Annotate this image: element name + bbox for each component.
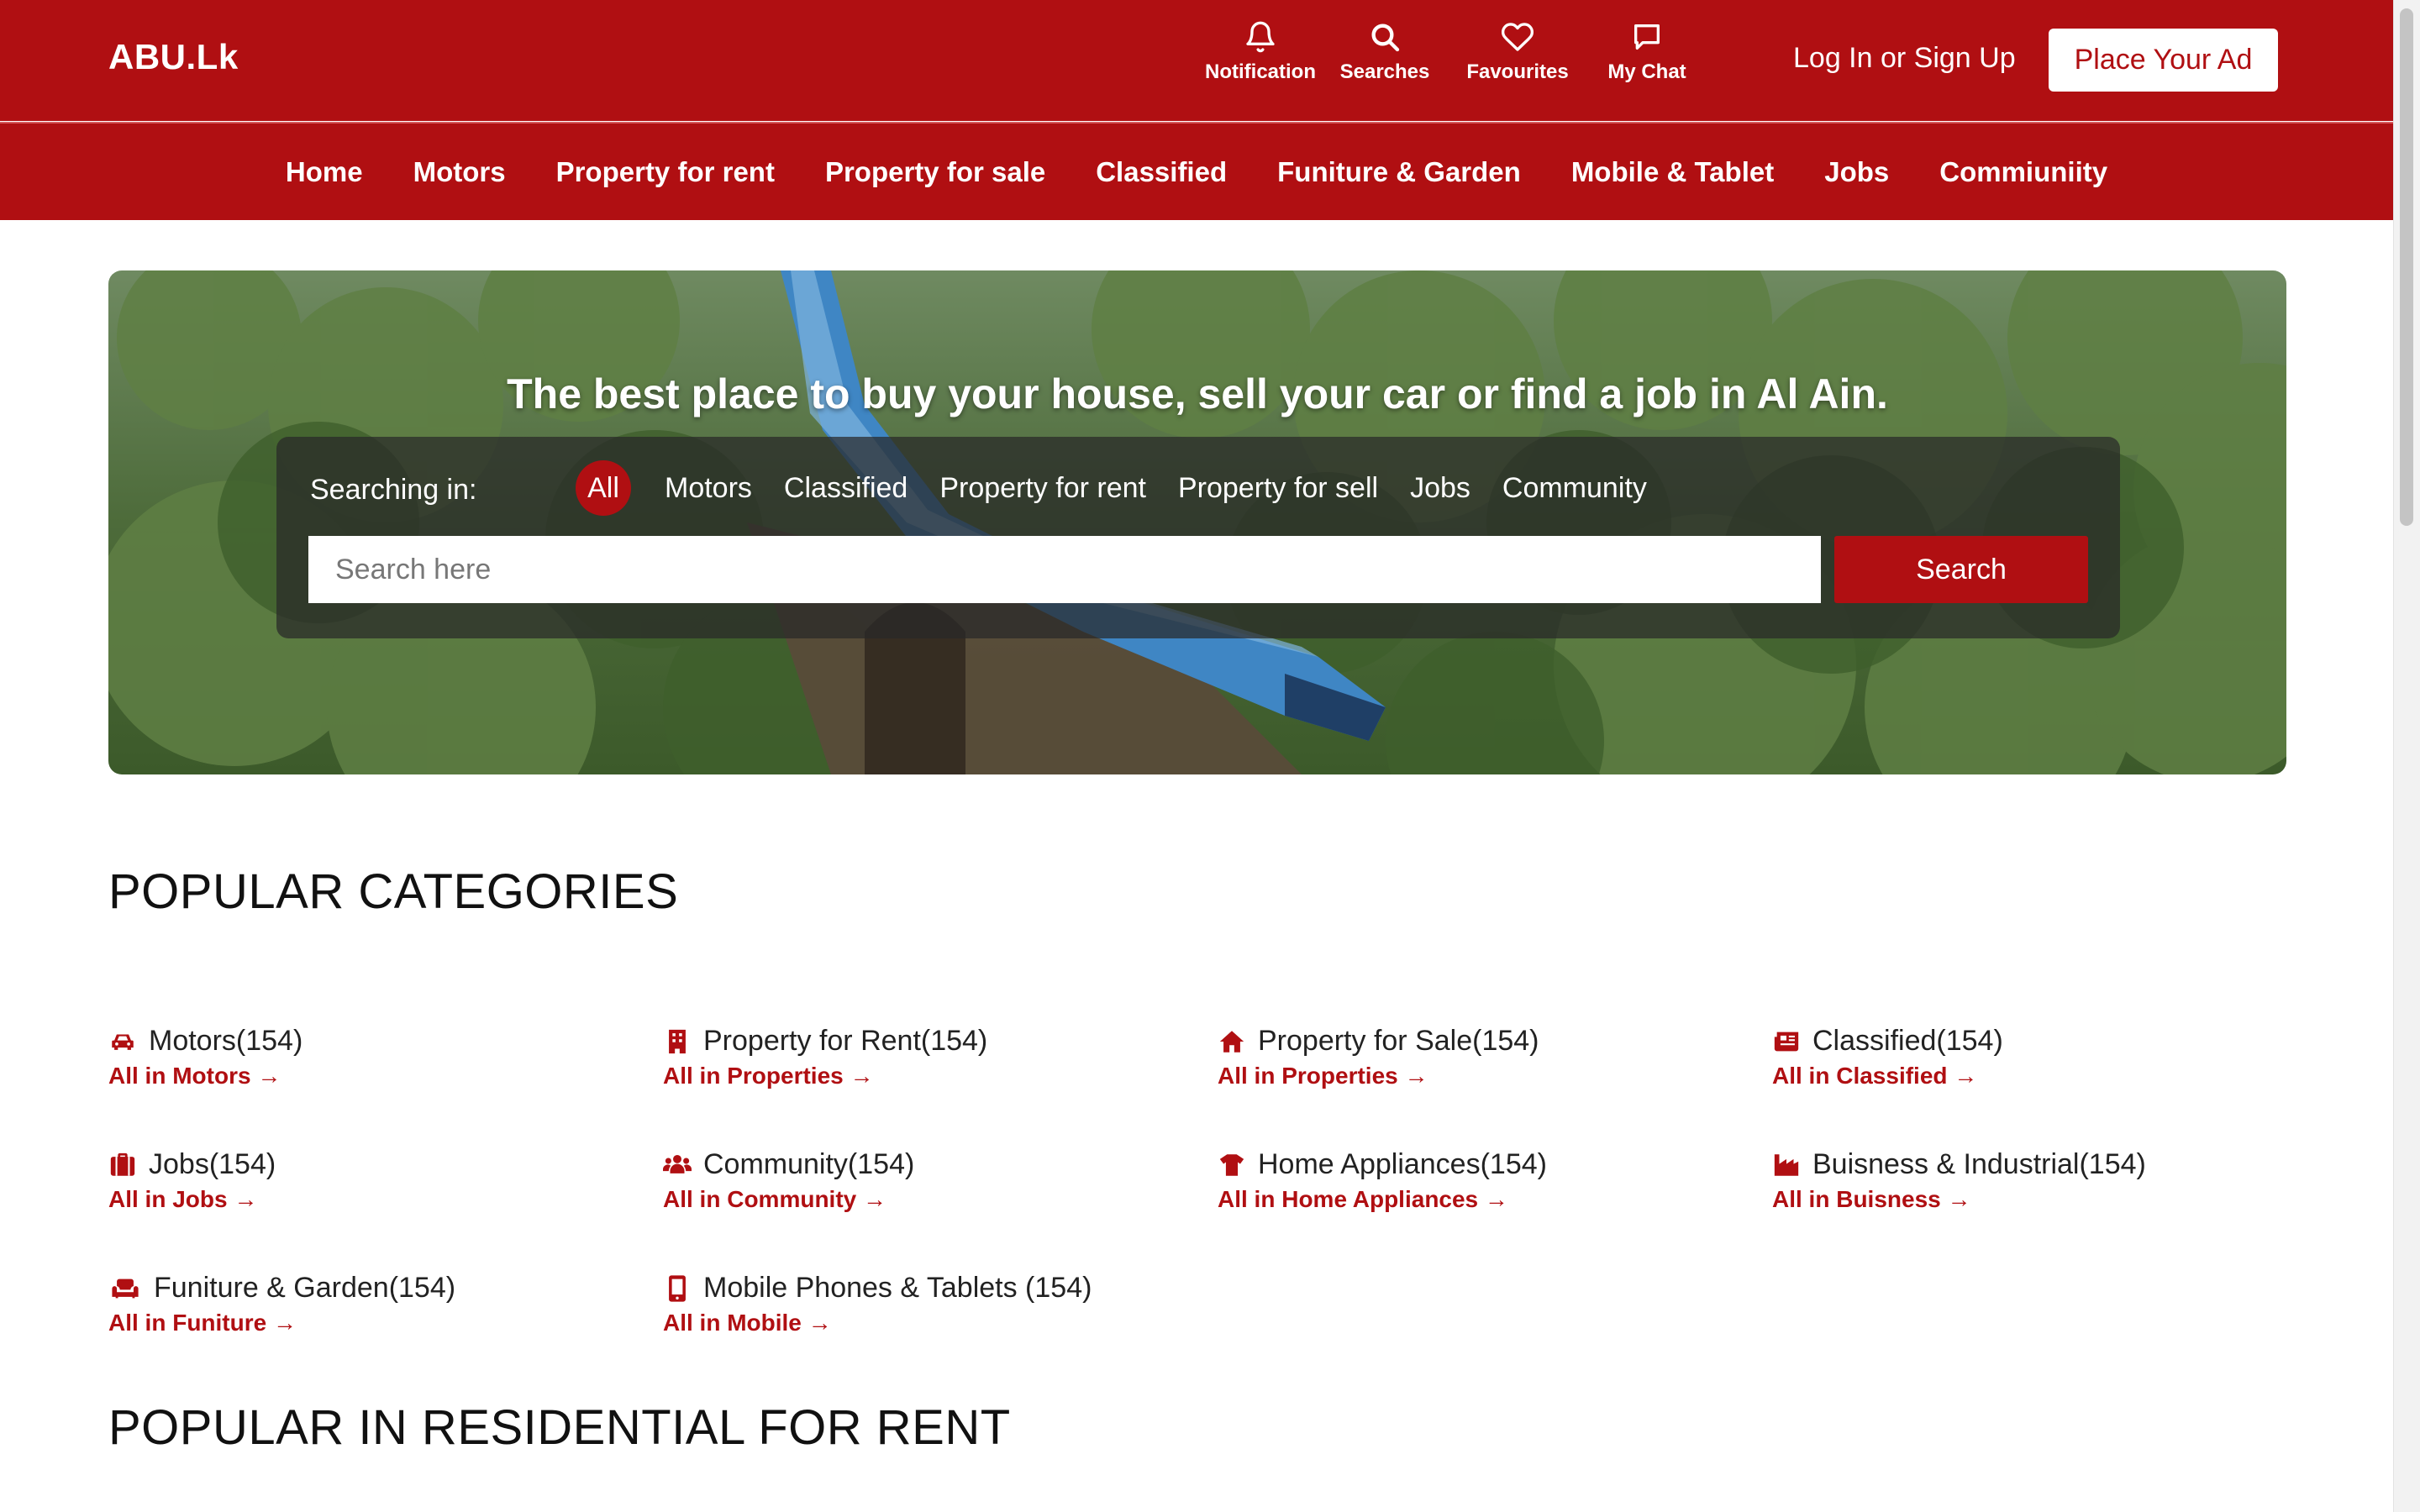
notification-label: Notification (1205, 60, 1316, 83)
mobile-icon (669, 1274, 686, 1302)
nav-item-home[interactable]: Home (260, 156, 388, 188)
category-link[interactable]: All in Properties → (1218, 1063, 1539, 1089)
search-input[interactable] (308, 536, 1821, 603)
category-name[interactable]: Buisness & Industrial(154) (1812, 1148, 2146, 1181)
notification-button[interactable]: Notification (1202, 20, 1319, 84)
search-button[interactable]: Search (1834, 536, 2088, 603)
filter-property-for-rent[interactable]: Property for rent (939, 460, 1146, 516)
category-name[interactable]: Community(154) (703, 1148, 914, 1181)
category-motors: Motors(154) All in Motors → (108, 1025, 302, 1089)
category-link[interactable]: All in Classified → (1772, 1063, 2003, 1089)
category-jobs: Jobs(154) All in Jobs → (108, 1148, 276, 1213)
category-classified: Classified(154) All in Classified → (1772, 1025, 2003, 1089)
category-link[interactable]: All in Home Appliances → (1218, 1186, 1547, 1213)
arrow-right-icon: → (257, 1063, 281, 1089)
header-icon-group: Notification Searches Favourites My Chat (1202, 20, 1697, 84)
category-link[interactable]: All in Mobile → (663, 1310, 1092, 1336)
nav-item-property-for-rent[interactable]: Property for rent (531, 156, 800, 188)
category-link[interactable]: All in Jobs → (108, 1186, 276, 1213)
industry-icon (1774, 1153, 1799, 1176)
popular-residential-title: POPULAR IN RESIDENTIAL FOR RENT (108, 1400, 1011, 1455)
arrow-right-icon: → (850, 1063, 874, 1089)
nav-item-motors[interactable]: Motors (388, 156, 531, 188)
category-name[interactable]: Classified(154) (1812, 1025, 2003, 1058)
searches-label: Searches (1339, 60, 1430, 83)
filter-jobs[interactable]: Jobs (1410, 460, 1470, 516)
arrow-right-icon: → (808, 1310, 832, 1336)
nav-item-community[interactable]: Commiuniity (1914, 156, 2133, 188)
newspaper-icon (1774, 1032, 1799, 1051)
category-name[interactable]: Jobs(154) (149, 1148, 276, 1181)
top-header: ABU.Lk Notification Searches Favourites … (0, 0, 2393, 121)
building-icon (669, 1029, 686, 1053)
nav-item-property-for-sale[interactable]: Property for sale (800, 156, 1071, 188)
site-logo[interactable]: ABU.Lk (108, 37, 239, 77)
couch-icon (112, 1278, 139, 1298)
my-chat-button[interactable]: My Chat (1597, 20, 1697, 84)
category-name[interactable]: Funiture & Garden(154) (154, 1272, 455, 1305)
home-icon (1219, 1030, 1244, 1053)
favourites-button[interactable]: Favourites (1459, 20, 1576, 84)
filter-community[interactable]: Community (1502, 460, 1647, 516)
hero-title: The best place to buy your house, sell y… (507, 370, 1888, 417)
category-property-for-sale: Property for Sale(154) All in Properties… (1218, 1025, 1539, 1089)
arrow-right-icon: → (1947, 1186, 1971, 1212)
arrow-right-icon: → (1484, 1186, 1508, 1212)
popular-categories-title: POPULAR CATEGORIES (108, 864, 679, 919)
heart-icon (1501, 23, 1534, 51)
shirt-icon (1219, 1153, 1244, 1176)
main-nav: Home Motors Property for rent Property f… (0, 122, 2393, 220)
category-name[interactable]: Home Appliances(154) (1258, 1148, 1547, 1181)
search-panel: Searching in: All Motors Classified Prop… (276, 437, 2120, 638)
category-community: Community(154) All in Community → (663, 1148, 914, 1213)
arrow-right-icon: → (234, 1186, 258, 1212)
filter-motors[interactable]: Motors (665, 460, 752, 516)
nav-item-classified[interactable]: Classified (1071, 156, 1252, 188)
filter-all[interactable]: All (576, 460, 631, 516)
search-icon (1371, 24, 1400, 52)
category-mobile-tablets: Mobile Phones & Tablets (154) All in Mob… (663, 1272, 1092, 1336)
category-name[interactable]: Mobile Phones & Tablets (154) (703, 1272, 1092, 1305)
login-signup-link[interactable]: Log In or Sign Up (1793, 42, 2016, 75)
briefcase-icon (110, 1152, 135, 1176)
category-name[interactable]: Property for Rent(154) (703, 1025, 987, 1058)
nav-item-mobile-tablet[interactable]: Mobile & Tablet (1546, 156, 1799, 188)
arrow-right-icon: → (1404, 1063, 1428, 1089)
category-link[interactable]: All in Community → (663, 1186, 914, 1213)
category-furniture-garden: Funiture & Garden(154) All in Funiture → (108, 1272, 455, 1336)
category-name[interactable]: Motors(154) (149, 1025, 302, 1058)
category-link[interactable]: All in Funiture → (108, 1310, 455, 1336)
category-property-for-rent: Property for Rent(154) All in Properties… (663, 1025, 987, 1089)
bell-icon (1246, 21, 1275, 53)
favourites-label: Favourites (1466, 60, 1569, 83)
arrow-right-icon: → (863, 1186, 887, 1212)
nav-item-jobs[interactable]: Jobs (1799, 156, 1914, 188)
searches-button[interactable]: Searches (1334, 20, 1435, 84)
category-business-industrial: Buisness & Industrial(154) All in Buisne… (1772, 1148, 2146, 1213)
filter-property-for-sell[interactable]: Property for sell (1178, 460, 1378, 516)
arrow-right-icon: → (273, 1310, 297, 1336)
place-ad-button[interactable]: Place Your Ad (2049, 29, 2278, 92)
page-scrollbar-thumb[interactable] (2400, 8, 2413, 526)
filter-classified[interactable]: Classified (784, 460, 908, 516)
category-link[interactable]: All in Properties → (663, 1063, 987, 1089)
searching-in-label: Searching in: (310, 474, 477, 506)
category-link[interactable]: All in Buisness → (1772, 1186, 2146, 1213)
arrow-right-icon: → (1954, 1063, 1978, 1089)
nav-item-furniture-garden[interactable]: Funiture & Garden (1252, 156, 1546, 188)
users-icon (663, 1154, 692, 1173)
chat-icon (1634, 24, 1660, 50)
hero-banner: The best place to buy your house, sell y… (108, 270, 2286, 774)
category-home-appliances: Home Appliances(154) All in Home Applian… (1218, 1148, 1547, 1213)
search-filter-tabs: All Motors Classified Property for rent … (576, 460, 1679, 516)
category-name[interactable]: Property for Sale(154) (1258, 1025, 1539, 1058)
category-link[interactable]: All in Motors → (108, 1063, 302, 1089)
my-chat-label: My Chat (1607, 60, 1686, 83)
car-icon (112, 1034, 134, 1050)
